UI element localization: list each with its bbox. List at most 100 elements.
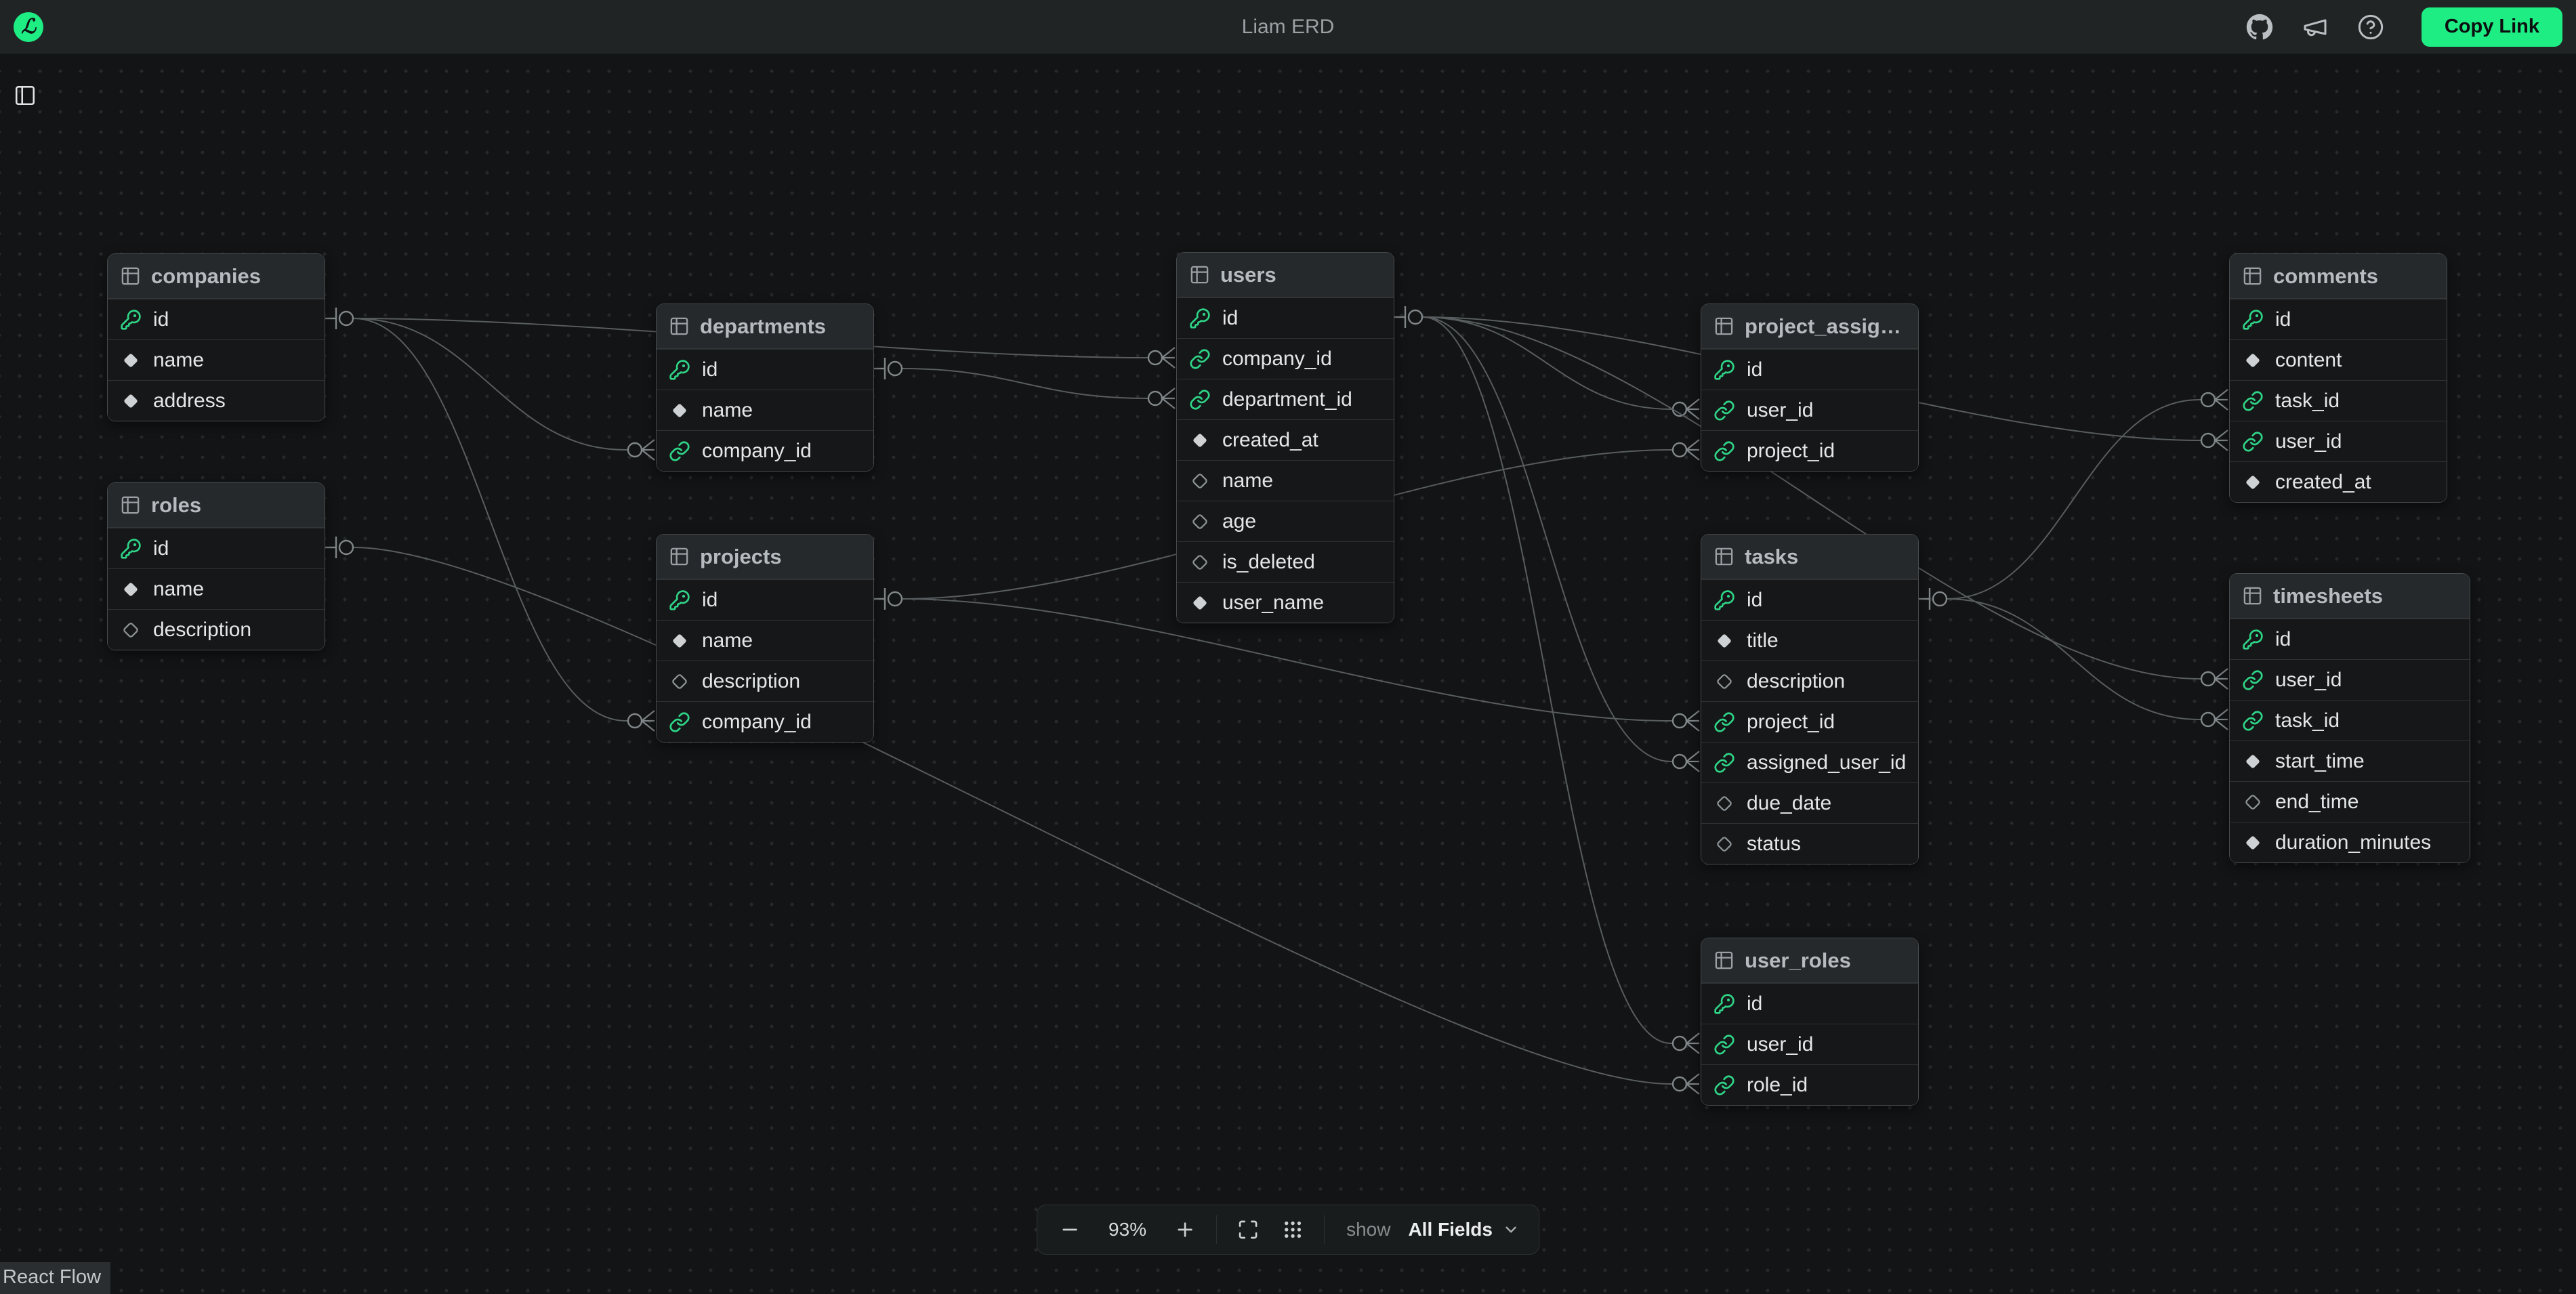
column-row-projects-description[interactable]: description — [657, 661, 873, 701]
column-row-tasks-due_date[interactable]: due_date — [1701, 782, 1918, 823]
fit-view-button[interactable] — [1234, 1216, 1262, 1243]
column-row-users-department_id[interactable]: department_id — [1177, 379, 1394, 419]
table-node-projects[interactable]: projectsidnamedescriptioncompany_id — [656, 534, 874, 743]
column-row-timesheets-task_id[interactable]: task_id — [2230, 700, 2470, 740]
column-row-users-name[interactable]: name — [1177, 460, 1394, 501]
column-row-projects-id[interactable]: id — [657, 579, 873, 620]
relationship-edge[interactable] — [1423, 317, 1699, 1053]
primary-key-icon — [2242, 309, 2264, 331]
github-icon[interactable] — [2245, 13, 2274, 41]
table-node-roles[interactable]: rolesidnamedescription — [107, 482, 325, 650]
table-header-project_assignments[interactable]: project_assignme... — [1701, 304, 1918, 349]
column-row-companies-name[interactable]: name — [108, 339, 325, 380]
column-row-project_assignments-id[interactable]: id — [1701, 349, 1918, 390]
column-row-timesheets-id[interactable]: id — [2230, 619, 2470, 659]
zoom-in-button[interactable] — [1171, 1216, 1199, 1243]
column-row-departments-name[interactable]: name — [657, 390, 873, 430]
source-handle-roles-id[interactable] — [325, 537, 353, 558]
column-row-users-company_id[interactable]: company_id — [1177, 338, 1394, 379]
column-row-companies-address[interactable]: address — [108, 380, 325, 421]
column-row-projects-company_id[interactable]: company_id — [657, 701, 873, 742]
column-row-roles-name[interactable]: name — [108, 568, 325, 609]
help-icon[interactable] — [2356, 13, 2385, 41]
column-row-tasks-status[interactable]: status — [1701, 823, 1918, 864]
relationship-edge[interactable] — [902, 369, 1175, 409]
column-row-comments-task_id[interactable]: task_id — [2230, 380, 2447, 421]
table-header-companies[interactable]: companies — [108, 254, 325, 299]
table-icon — [1713, 950, 1734, 971]
column-row-comments-user_id[interactable]: user_id — [2230, 421, 2447, 461]
table-node-comments[interactable]: commentsidcontenttask_iduser_idcreated_a… — [2229, 253, 2447, 503]
column-row-comments-created_at[interactable]: created_at — [2230, 461, 2447, 502]
column-row-tasks-description[interactable]: description — [1701, 661, 1918, 701]
table-header-user_roles[interactable]: user_roles — [1701, 938, 1918, 983]
relationship-edge[interactable] — [1947, 599, 2228, 730]
tidy-up-button[interactable] — [1279, 1216, 1306, 1243]
column-row-users-is_deleted[interactable]: is_deleted — [1177, 541, 1394, 582]
zoom-out-button[interactable] — [1056, 1216, 1083, 1243]
column-row-user_roles-role_id[interactable]: role_id — [1701, 1064, 1918, 1105]
panel-left-toggle-icon[interactable] — [14, 84, 37, 107]
fields-filter-dropdown[interactable]: All Fields — [1408, 1219, 1519, 1240]
column-row-tasks-id[interactable]: id — [1701, 579, 1918, 620]
table-node-departments[interactable]: departmentsidnamecompany_id — [656, 304, 874, 472]
source-handle-companies-id[interactable] — [325, 308, 353, 329]
relationship-edge[interactable] — [354, 318, 655, 460]
column-row-project_assignments-user_id[interactable]: user_id — [1701, 390, 1918, 430]
table-header-comments[interactable]: comments — [2230, 254, 2447, 299]
megaphone-icon[interactable] — [2301, 13, 2329, 41]
column-name: id — [1747, 358, 1762, 381]
relationship-edge[interactable] — [354, 547, 1699, 1094]
column-row-project_assignments-project_id[interactable]: project_id — [1701, 430, 1918, 471]
table-node-users[interactable]: usersidcompany_iddepartment_idcreated_at… — [1176, 252, 1394, 623]
not-null-icon — [120, 579, 142, 600]
copy-link-button[interactable]: Copy Link — [2422, 7, 2562, 47]
column-row-departments-company_id[interactable]: company_id — [657, 430, 873, 471]
column-row-user_roles-user_id[interactable]: user_id — [1701, 1024, 1918, 1064]
column-name: task_id — [2275, 709, 2340, 732]
table-node-timesheets[interactable]: timesheetsiduser_id task_id start_timeend_… — [2229, 573, 2470, 863]
column-row-timesheets-start_time[interactable]: start_time — [2230, 740, 2470, 781]
column-row-comments-id[interactable]: id — [2230, 299, 2447, 339]
column-name: name — [1222, 469, 1273, 493]
table-header-tasks[interactable]: tasks — [1701, 535, 1918, 579]
table-header-users[interactable]: users — [1177, 253, 1394, 297]
column-row-users-created_at[interactable]: created_at — [1177, 419, 1394, 460]
column-row-user_roles-id[interactable]: id — [1701, 983, 1918, 1024]
column-row-comments-content[interactable]: content — [2230, 339, 2447, 380]
table-header-departments[interactable]: departments — [657, 304, 873, 349]
column-row-timesheets-user_id[interactable]: user_id — [2230, 659, 2470, 700]
erd-canvas[interactable]: companiesidnameaddressrolesidnamedescrip… — [0, 54, 2576, 1294]
react-flow-attribution[interactable]: React Flow — [0, 1262, 110, 1294]
column-row-timesheets-end_time[interactable]: end_time — [2230, 781, 2470, 822]
table-header-projects[interactable]: projects — [657, 535, 873, 579]
column-row-departments-id[interactable]: id — [657, 349, 873, 390]
column-row-roles-id[interactable]: id — [108, 528, 325, 568]
foreign-key-icon — [1713, 752, 1735, 774]
source-handle-projects-id[interactable] — [874, 588, 902, 610]
source-handle-tasks-id[interactable] — [1919, 588, 1947, 610]
column-row-users-id[interactable]: id — [1177, 297, 1394, 338]
table-node-project_assignments[interactable]: project_assignme...id user_idproject_id — [1701, 304, 1919, 472]
table-node-companies[interactable]: companiesidnameaddress — [107, 253, 325, 421]
table-header-roles[interactable]: roles — [108, 483, 325, 528]
table-node-user_roles[interactable]: user_rolesiduser_idrole_id — [1701, 938, 1919, 1106]
column-row-companies-id[interactable]: id — [108, 299, 325, 339]
column-row-users-age[interactable]: age — [1177, 501, 1394, 541]
column-row-tasks-project_id[interactable]: project_id — [1701, 701, 1918, 742]
column-row-roles-description[interactable]: description — [108, 609, 325, 650]
not-null-icon — [2242, 832, 2264, 854]
table-header-timesheets[interactable]: timesheets — [2230, 574, 2470, 619]
source-handle-users-id[interactable] — [1394, 306, 1422, 328]
relationship-edge[interactable] — [1947, 390, 2228, 599]
column-row-projects-name[interactable]: name — [657, 620, 873, 661]
column-row-tasks-title[interactable]: title — [1701, 620, 1918, 661]
relationship-edge[interactable] — [1423, 317, 1699, 772]
source-handle-departments-id[interactable] — [874, 358, 902, 379]
table-node-tasks[interactable]: tasksidtitledescriptionproject_idassigne… — [1701, 534, 1919, 864]
column-row-tasks-assigned_user_id[interactable]: assigned_user_id — [1701, 742, 1918, 782]
column-row-timesheets-duration_minutes[interactable]: duration_minutes — [2230, 822, 2470, 862]
relationship-edge[interactable] — [354, 318, 655, 731]
relationship-edge[interactable] — [1423, 317, 1699, 419]
column-row-users-user_name[interactable]: user_name — [1177, 582, 1394, 623]
